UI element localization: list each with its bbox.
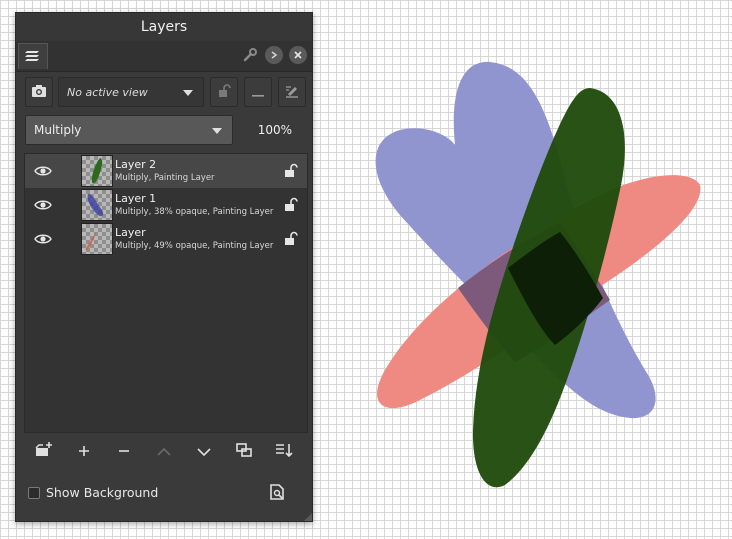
remove-view-button[interactable]	[244, 77, 272, 107]
layer-thumbnail	[81, 223, 113, 255]
blend-mode-select[interactable]: Multiply	[25, 115, 233, 145]
thumbnail-page-icon	[270, 484, 284, 504]
duplicate-layer-button[interactable]	[232, 439, 256, 463]
layer-row[interactable]: Layer 2 Multiply, Painting Layer	[25, 154, 307, 188]
chevron-down-icon	[183, 90, 193, 96]
layer-list[interactable]: Layer 2 Multiply, Painting Layer Layer 1…	[24, 153, 308, 433]
active-view-value: No active view	[67, 85, 148, 99]
lock-icon	[217, 83, 231, 102]
move-layer-down-button[interactable]	[192, 439, 216, 463]
new-layer-menu-button[interactable]	[32, 439, 56, 463]
opacity-text: 100%	[257, 123, 292, 137]
eye-icon[interactable]	[33, 162, 53, 180]
tab-layers[interactable]	[18, 43, 48, 69]
chevron-down-icon	[212, 128, 222, 134]
layer-row[interactable]: Layer 1 Multiply, 38% opaque, Painting L…	[25, 188, 307, 222]
new-layer-icon	[35, 441, 53, 461]
show-background-label: Show Background	[46, 485, 159, 500]
plus-icon	[78, 442, 90, 461]
layer-view-toolbar: No active view	[25, 77, 306, 107]
duplicate-icon	[236, 442, 252, 461]
opacity-value[interactable]: 100%	[258, 115, 292, 145]
snapshot-button[interactable]	[25, 77, 53, 107]
lock-view-button[interactable]	[210, 77, 238, 107]
panel-title: Layers	[140, 19, 188, 35]
resize-grip[interactable]	[304, 513, 312, 521]
layer-row[interactable]: Layer Multiply, 49% opaque, Painting Lay…	[25, 222, 307, 256]
delete-layer-button[interactable]	[112, 439, 136, 463]
layer-thumbnail	[81, 155, 113, 187]
sort-icon	[275, 442, 293, 461]
show-background-checkbox[interactable]	[28, 486, 40, 499]
layer-description: Multiply, Painting Layer	[115, 173, 215, 183]
close-icon[interactable]	[288, 45, 308, 65]
layers-stack-icon	[25, 47, 41, 67]
thumbnail-settings-button[interactable]	[266, 483, 288, 505]
lock-icon[interactable]	[283, 231, 299, 247]
chevron-up-icon	[157, 442, 171, 461]
blend-mode-value: Multiply	[34, 123, 82, 137]
active-view-select[interactable]: No active view	[58, 77, 204, 107]
panel-controls	[240, 45, 308, 65]
layer-description: Multiply, 38% opaque, Painting Layer	[115, 207, 274, 217]
layer-actions-toolbar	[30, 439, 300, 463]
show-background-option[interactable]: Show Background	[28, 485, 158, 500]
edit-icon	[285, 83, 299, 102]
layer-name: Layer	[115, 226, 146, 239]
layers-panel: Layers No active view Multiply 100% Laye…	[15, 12, 313, 522]
move-layer-up-button[interactable]	[152, 439, 176, 463]
lock-icon[interactable]	[283, 163, 299, 179]
float-panel-icon[interactable]	[264, 45, 284, 65]
edit-view-button[interactable]	[278, 77, 306, 107]
chevron-down-icon	[197, 442, 211, 461]
layer-name: Layer 1	[115, 192, 157, 205]
wrench-icon[interactable]	[240, 45, 260, 65]
minus-icon	[252, 83, 264, 102]
eye-icon[interactable]	[33, 230, 53, 248]
panel-tab-row	[16, 41, 312, 72]
camera-icon	[31, 83, 47, 102]
eye-icon[interactable]	[33, 196, 53, 214]
add-layer-button[interactable]	[72, 439, 96, 463]
layer-thumbnail	[81, 189, 113, 221]
layer-name: Layer 2	[115, 158, 157, 171]
minus-icon	[118, 442, 130, 461]
layer-description: Multiply, 49% opaque, Painting Layer	[115, 241, 274, 251]
panel-titlebar[interactable]: Layers	[16, 13, 312, 41]
layer-properties-button[interactable]	[272, 439, 296, 463]
lock-icon[interactable]	[283, 197, 299, 213]
